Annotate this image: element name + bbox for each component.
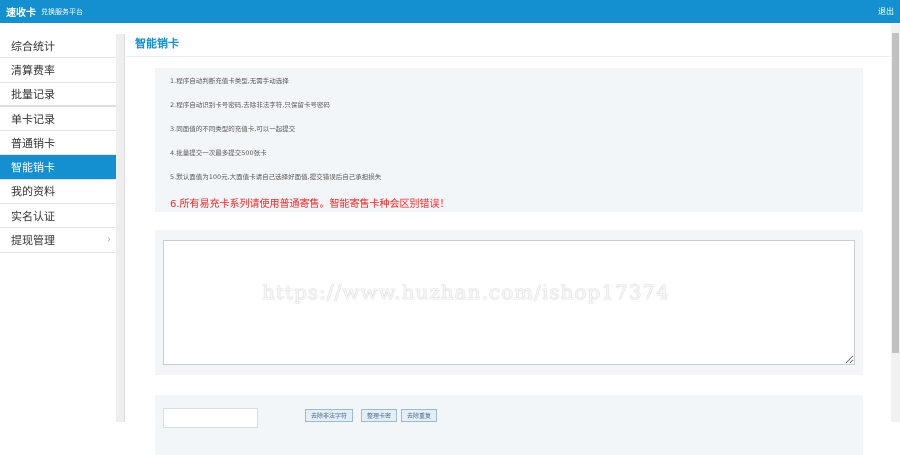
- sidebar: 综合统计 清算费率 批量记录 单卡记录 普通销卡 智能销卡 我的资料 实名认证 …: [0, 34, 116, 253]
- logout-link[interactable]: 退出: [878, 6, 894, 17]
- sidebar-item-card-records[interactable]: 单卡记录: [0, 106, 116, 132]
- page-title: 智能销卡: [126, 23, 891, 57]
- sidebar-item-smart-sell[interactable]: 智能销卡: [0, 155, 116, 180]
- logo: 速收卡: [6, 8, 36, 19]
- watermark: https://www.huzhan.com/ishop17374: [262, 280, 670, 304]
- sidebar-item-overview[interactable]: 综合统计: [0, 34, 116, 59]
- sidebar-item-withdraw[interactable]: 提现管理 ›: [0, 228, 116, 253]
- remove-illegal-chars-button[interactable]: 去除非法字符: [305, 409, 354, 422]
- format-cards-button[interactable]: 整理卡密: [361, 409, 398, 422]
- page-scrollbar[interactable]: [891, 23, 900, 422]
- remove-duplicates-button[interactable]: 去除重复: [401, 409, 438, 422]
- notice-line: 2.程序自动识别卡号密码,去除非法字符,只保留卡号密码: [170, 101, 330, 109]
- notice-line: 1.程序自动判断充值卡类型,无需手动选择: [170, 77, 289, 85]
- top-bar: 速收卡 兑换服务平台 退出: [0, 0, 900, 23]
- main-content: 智能销卡 1.程序自动判断充值卡类型,无需手动选择 2.程序自动识别卡号密码,去…: [126, 23, 891, 455]
- platform-subtitle: 兑换服务平台: [41, 7, 83, 16]
- notice-line: 4.批量提交一次最多提交500张卡: [170, 149, 267, 157]
- notice-line: 3.同面值的不同类型的充值卡,可以一起提交: [170, 125, 296, 133]
- sidebar-item-label: 提现管理: [11, 234, 55, 248]
- control-panel: 去除非法字符 整理卡密 去除重复: [155, 395, 863, 455]
- notice-warning: 6.所有易充卡系列请使用普通寄售。智能寄售卡种会区别错误！: [170, 199, 450, 210]
- chevron-right-icon: ›: [107, 235, 111, 246]
- sidebar-item-rates[interactable]: 清算费率: [0, 58, 116, 83]
- scrollbar-thumb[interactable]: [892, 33, 899, 353]
- sidebar-item-batch-records[interactable]: 批量记录: [0, 82, 116, 107]
- sidebar-item-verification[interactable]: 实名认证: [0, 204, 116, 229]
- sidebar-item-normal-sell[interactable]: 普通销卡: [0, 131, 116, 156]
- notice-panel: 1.程序自动判断充值卡类型,无需手动选择 2.程序自动识别卡号密码,去除非法字符…: [155, 68, 863, 212]
- value-input[interactable]: [163, 408, 258, 428]
- notice-line: 5.默认面值为100元,大面值卡请自己选择好面值,提交错误后自己承担损失: [170, 173, 382, 181]
- sidebar-item-profile[interactable]: 我的资料: [0, 179, 116, 205]
- sidebar-scrollbar[interactable]: [116, 34, 125, 422]
